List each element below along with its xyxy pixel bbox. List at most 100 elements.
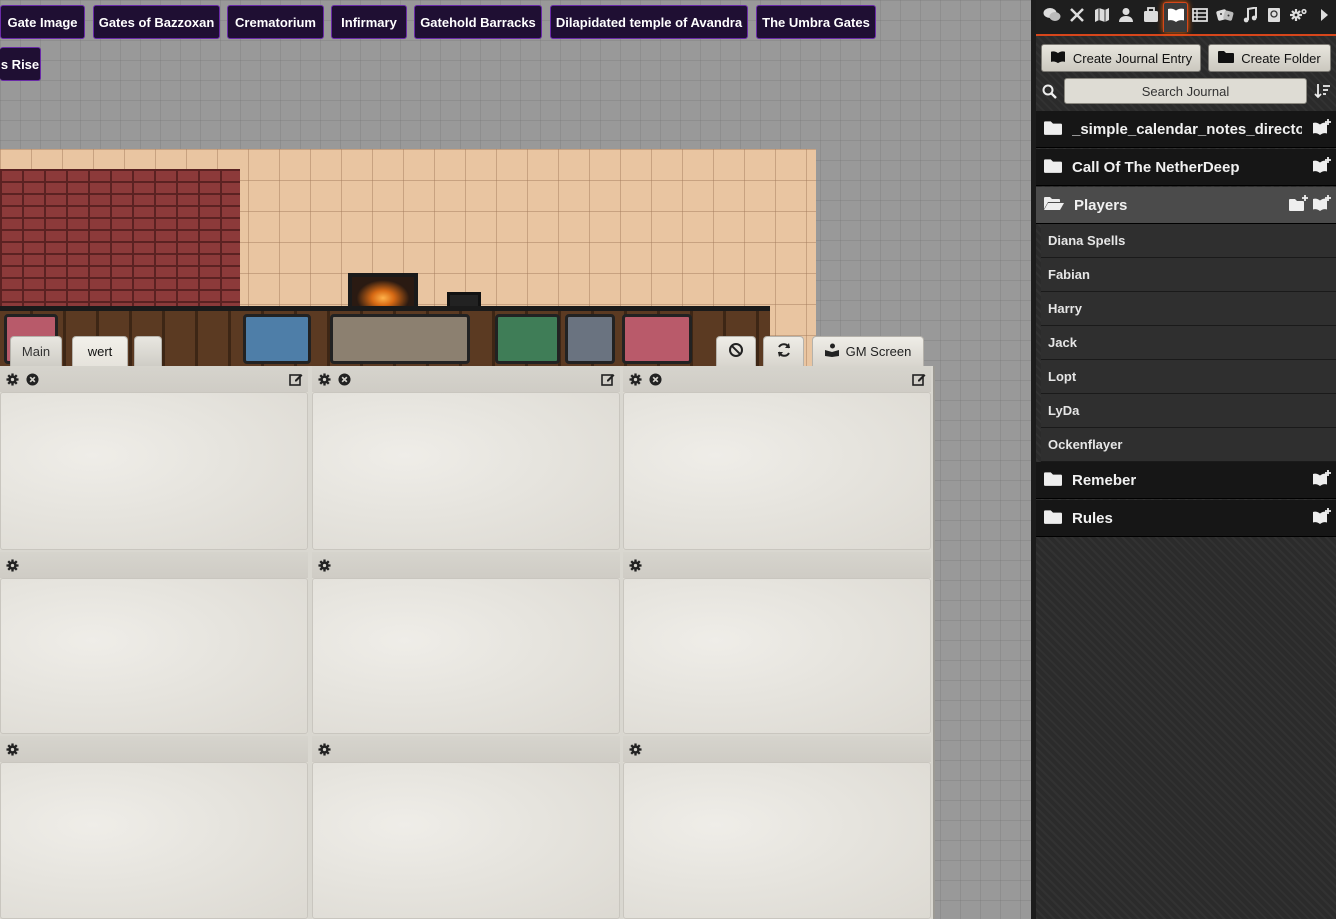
user-icon bbox=[1119, 7, 1134, 28]
tab-playlists[interactable] bbox=[1237, 2, 1262, 32]
scene-button-crematorium[interactable]: Crematorium bbox=[227, 5, 324, 39]
tab-scenes[interactable] bbox=[1089, 2, 1114, 32]
scene-button-gates-of-bazzoxan[interactable]: Gates of Bazzoxan bbox=[93, 5, 220, 39]
tab-combat[interactable] bbox=[1065, 2, 1090, 32]
gm-cell-content[interactable] bbox=[312, 762, 620, 919]
gear-icon[interactable] bbox=[4, 741, 20, 757]
journal-entry[interactable]: Fabian bbox=[1041, 258, 1336, 292]
close-circle-icon[interactable] bbox=[647, 371, 663, 387]
gm-cell-header bbox=[312, 552, 620, 578]
map-crate-blue bbox=[243, 314, 311, 364]
gm-cell-r1c3 bbox=[623, 366, 931, 550]
gear-icon[interactable] bbox=[627, 371, 643, 387]
gm-cell-content[interactable] bbox=[623, 578, 931, 734]
gm-cell-content[interactable] bbox=[312, 392, 620, 550]
gm-screen-panel bbox=[0, 366, 935, 919]
gm-cell-r1c1 bbox=[0, 366, 308, 550]
gm-cell-r2c3 bbox=[623, 552, 931, 734]
gear-icon[interactable] bbox=[4, 371, 20, 387]
create-entry-icon[interactable] bbox=[1312, 118, 1332, 140]
sort-icon[interactable] bbox=[1314, 83, 1331, 104]
dice-icon bbox=[1216, 7, 1234, 28]
close-circle-icon[interactable] bbox=[24, 371, 40, 387]
gm-cell-content[interactable] bbox=[623, 762, 931, 919]
create-entry-icon[interactable] bbox=[1312, 156, 1332, 178]
gm-tab-main[interactable]: Main bbox=[10, 336, 62, 366]
edit-icon[interactable] bbox=[600, 371, 616, 387]
gm-cell-header bbox=[0, 552, 308, 578]
create-entry-icon[interactable] bbox=[1312, 507, 1332, 529]
journal-entry[interactable]: LyDa bbox=[1041, 394, 1336, 428]
gm-tab-wert[interactable]: wert bbox=[72, 336, 128, 366]
tab-journal[interactable] bbox=[1163, 2, 1189, 32]
gm-refresh-button[interactable] bbox=[763, 336, 804, 366]
map-brick-wall bbox=[0, 169, 240, 314]
close-circle-icon[interactable] bbox=[336, 371, 352, 387]
gear-icon[interactable] bbox=[4, 557, 20, 573]
gm-cell-header bbox=[623, 366, 931, 392]
gm-clear-button[interactable] bbox=[716, 336, 756, 366]
tab-settings[interactable] bbox=[1287, 2, 1312, 32]
folder-name: Remeber bbox=[1072, 471, 1137, 489]
folder-call-of-the-netherdeep[interactable]: Call Of The NetherDeep bbox=[1036, 149, 1336, 186]
gear-icon[interactable] bbox=[627, 741, 643, 757]
search-icon bbox=[1042, 84, 1057, 104]
gm-cell-r3c3 bbox=[623, 736, 931, 919]
folder-remeber[interactable]: Remeber bbox=[1036, 462, 1336, 499]
scene-button-infirmary[interactable]: Infirmary bbox=[331, 5, 407, 39]
comments-icon bbox=[1043, 7, 1061, 28]
scene-button-rise[interactable]: s Rise bbox=[0, 47, 41, 81]
tab-actors[interactable] bbox=[1114, 2, 1139, 32]
journal-entry[interactable]: Jack bbox=[1041, 326, 1336, 360]
journal-entry[interactable]: Harry bbox=[1041, 292, 1336, 326]
folder-simple-calendar-notes[interactable]: _simple_calendar_notes_directory bbox=[1036, 111, 1336, 148]
journal-entry[interactable]: Diana Spells bbox=[1041, 224, 1336, 258]
gear-icon[interactable] bbox=[316, 371, 332, 387]
journal-entry[interactable]: Lopt bbox=[1041, 360, 1336, 394]
folder-name: Players bbox=[1074, 196, 1128, 214]
create-journal-entry-button[interactable]: Create Journal Entry bbox=[1041, 44, 1201, 72]
gm-screen-toggle-button[interactable]: GM Screen bbox=[812, 336, 924, 366]
folder-players[interactable]: Players bbox=[1036, 187, 1336, 224]
gm-cell-content[interactable] bbox=[0, 762, 308, 919]
create-entry-icon[interactable] bbox=[1312, 469, 1332, 491]
create-entry-icon[interactable] bbox=[1312, 194, 1332, 216]
gear-icon[interactable] bbox=[627, 557, 643, 573]
scene-button-gatehold-barracks[interactable]: Gatehold Barracks bbox=[414, 5, 542, 39]
gm-cell-header bbox=[0, 366, 308, 392]
sidebar-collapse-button[interactable] bbox=[1311, 2, 1336, 32]
gm-cell-r3c2 bbox=[312, 736, 620, 919]
tab-chat[interactable] bbox=[1040, 2, 1065, 32]
gm-tab-blank[interactable] bbox=[134, 336, 162, 366]
tab-items[interactable] bbox=[1139, 2, 1164, 32]
folder-actions bbox=[1312, 469, 1336, 491]
map-crate-rug bbox=[330, 314, 470, 364]
edit-icon[interactable] bbox=[911, 371, 927, 387]
tab-cards[interactable] bbox=[1213, 2, 1238, 32]
scene-button-gate-image[interactable]: Gate Image bbox=[0, 5, 85, 39]
edit-icon[interactable] bbox=[288, 371, 304, 387]
tab-compendium[interactable] bbox=[1262, 2, 1287, 32]
gm-cell-content[interactable] bbox=[0, 392, 308, 550]
journal-entry[interactable]: Ockenflayer bbox=[1041, 428, 1336, 462]
journal-search-input[interactable] bbox=[1064, 78, 1307, 104]
gm-cell-header bbox=[312, 366, 620, 392]
gear-icon[interactable] bbox=[316, 557, 332, 573]
gm-cell-content[interactable] bbox=[0, 578, 308, 734]
gm-cell-header bbox=[0, 736, 308, 762]
folder-icon bbox=[1218, 50, 1235, 66]
cogs-icon bbox=[1290, 7, 1308, 28]
suitcase-icon bbox=[1143, 6, 1159, 28]
tab-tables[interactable] bbox=[1188, 2, 1213, 32]
folder-name: Rules bbox=[1072, 509, 1113, 527]
scene-button-umbra-gates[interactable]: The Umbra Gates bbox=[756, 5, 876, 39]
gear-icon[interactable] bbox=[316, 741, 332, 757]
gm-cell-content[interactable] bbox=[312, 578, 620, 734]
scene-button-dilapidated-temple[interactable]: Dilapidated temple of Avandra bbox=[550, 5, 748, 39]
table-list-icon bbox=[1192, 7, 1209, 28]
create-folder-button[interactable]: Create Folder bbox=[1208, 44, 1331, 72]
folder-rules[interactable]: Rules bbox=[1036, 500, 1336, 537]
create-subfolder-icon[interactable] bbox=[1289, 194, 1309, 216]
gm-cell-header bbox=[623, 552, 931, 578]
gm-cell-content[interactable] bbox=[623, 392, 931, 550]
